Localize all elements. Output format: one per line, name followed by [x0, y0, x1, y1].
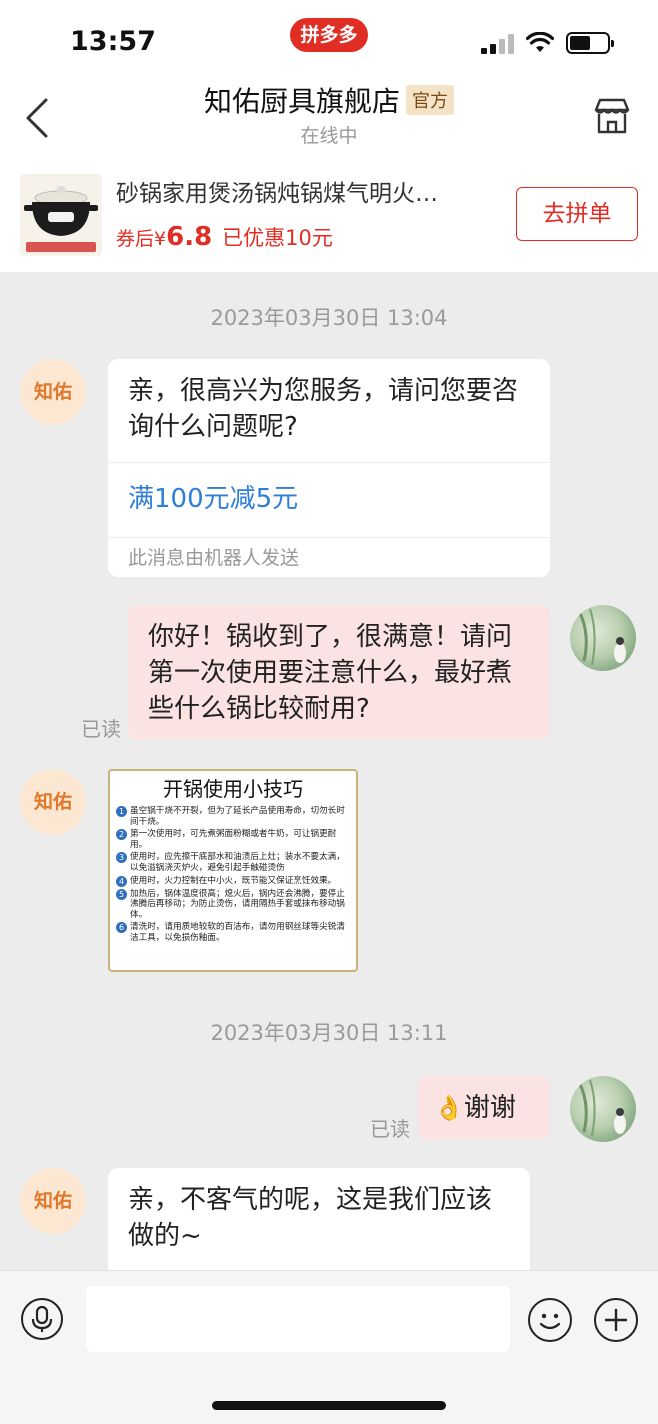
- shop-avatar[interactable]: 知佑: [20, 1168, 86, 1234]
- promo-link[interactable]: 满100元减5元: [108, 463, 550, 537]
- tip-item: 4 使用时，火力控制在中小火，既节能又保证烹饪效果。: [110, 875, 356, 887]
- microphone-icon[interactable]: [21, 1298, 63, 1340]
- wifi-icon: [526, 32, 554, 52]
- usage-tips-image[interactable]: 开锅使用小技巧 1 虽空锅干烧不开裂，但为了延长产品使用寿命，切勿长时间干烧。 2…: [108, 769, 358, 972]
- tip-number: 4: [116, 875, 127, 887]
- tip-text: 虽空锅干烧不开裂，但为了延长产品使用寿命，切勿长时间干烧。: [130, 806, 345, 827]
- status-time: 13:57: [70, 26, 156, 57]
- shop-avatar[interactable]: 知佑: [20, 769, 86, 835]
- shop-reply: 亲，不客气的呢，这是我们应该做的~: [108, 1168, 530, 1278]
- tip-item: 6 清洗时，请用质地较软的百洁布，请勿用钢丝球等尖锐清洁工具，以免损伤釉面。: [110, 922, 356, 943]
- app-badge: 拼多多: [290, 18, 368, 52]
- timestamp: 2023年03月30日 13:04: [210, 306, 448, 330]
- product-title[interactable]: 砂锅家用煲汤锅炖锅煤气明火…: [116, 174, 496, 208]
- tip-text: 使用时，应先擦干底部水和油渍后上灶；装水不要太满，以免溢锅浇灭炉火，避免引起手触…: [130, 852, 345, 873]
- user-thanks: 👌谢谢: [418, 1076, 550, 1140]
- tip-item: 5 加热后，锅体温度很高；熄火后，锅内还会沸腾，要停止沸腾后再移动；为防止烫伤，请…: [110, 888, 356, 921]
- greeting-text: 亲，很高兴为您服务，请问您要咨询什么问题呢?: [128, 376, 519, 442]
- cellular-signal-icon: [481, 34, 515, 54]
- tip-item: 3 使用时，应先擦干底部水和油渍后上灶；装水不要太满，以免溢锅浇灭炉火，避免引起手…: [110, 852, 356, 873]
- user-avatar[interactable]: [570, 605, 636, 671]
- tip-item: 2 第一次使用时，可先煮粥面粉糊或者牛奶，可让锅更耐用。: [110, 829, 356, 850]
- tip-text: 加热后，锅体温度很高；熄火后，锅内还会沸腾，要停止沸腾后再移动；为防止烫伤，请用…: [130, 888, 345, 920]
- robot-note: 此消息由机器人发送: [128, 547, 300, 569]
- currency-symbol: ¥: [154, 228, 167, 250]
- timestamp: 2023年03月30日 13:11: [210, 1021, 448, 1045]
- tips-title: 开锅使用小技巧: [163, 777, 303, 801]
- tip-text: 第一次使用时，可先煮粥面粉糊或者牛奶，可让锅更耐用。: [130, 829, 337, 850]
- shop-avatar[interactable]: 知佑: [20, 359, 86, 425]
- price-prefix: 券后: [116, 228, 155, 250]
- plus-icon[interactable]: [594, 1298, 638, 1342]
- home-indicator[interactable]: [212, 1401, 446, 1410]
- product-price: 券后¥6.8 已优惠10元: [116, 222, 333, 252]
- store-icon[interactable]: [592, 96, 632, 136]
- tip-number: 6: [116, 922, 127, 934]
- user-avatar[interactable]: [570, 1076, 636, 1142]
- tip-number: 3: [116, 852, 127, 864]
- battery-icon: [566, 32, 614, 54]
- emoji-icon[interactable]: [528, 1298, 572, 1342]
- thanks-text: 谢谢: [463, 1093, 516, 1123]
- read-receipt: 已读: [370, 1117, 410, 1141]
- tip-number: 2: [116, 829, 127, 841]
- message-input[interactable]: [86, 1286, 510, 1352]
- official-badge: 官方: [406, 85, 454, 115]
- ok-hand-emoji: 👌: [434, 1094, 464, 1122]
- online-status: 在线中: [300, 125, 358, 147]
- tip-number: 5: [116, 888, 127, 900]
- user-question: 你好！锅收到了，很满意！请问第一次使用要注意什么，最好煮些什么锅比较耐用?: [128, 605, 550, 740]
- read-receipt: 已读: [81, 717, 121, 741]
- header-area: 13:57 拼多多 知佑厨具旗舰店 官方 在线中 砂锅家用煲汤锅炖锅煤气明火… …: [0, 0, 658, 272]
- tip-item: 1 虽空锅干烧不开裂，但为了延长产品使用寿命，切勿长时间干烧。: [110, 806, 356, 827]
- tip-number: 1: [116, 806, 127, 817]
- group-buy-button[interactable]: 去拼单: [516, 187, 638, 241]
- tip-text: 清洗时，请用质地较软的百洁布，请勿用钢丝球等尖锐清洁工具，以免损伤釉面。: [130, 922, 345, 943]
- price-value: 6.8: [166, 222, 213, 252]
- greeting-message: 亲，很高兴为您服务，请问您要咨询什么问题呢? 满100元减5元 此消息由机器人发…: [108, 359, 550, 577]
- store-name[interactable]: 知佑厨具旗舰店: [204, 85, 400, 118]
- product-thumbnail[interactable]: [20, 174, 102, 256]
- tip-text: 使用时，火力控制在中小火，既节能又保证烹饪效果。: [130, 875, 337, 886]
- store-title: 知佑厨具旗舰店 官方: [0, 80, 658, 120]
- discount-text: 已优惠10元: [222, 226, 333, 250]
